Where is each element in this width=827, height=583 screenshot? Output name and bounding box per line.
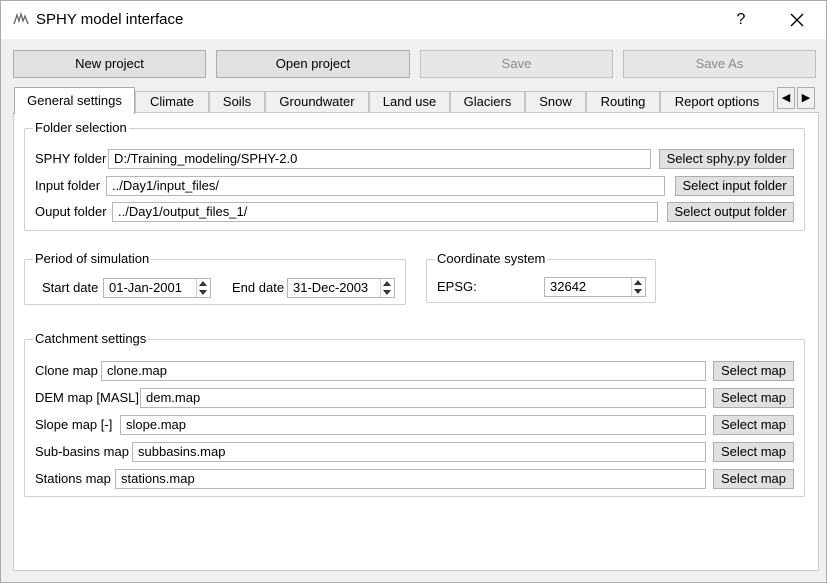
sphy-folder-input[interactable]: D:/Training_modeling/SPHY-2.0 — [108, 149, 651, 169]
tab-scroll-left-button[interactable]: ◀ — [777, 87, 795, 109]
select-dem-map-button[interactable]: Select map — [713, 388, 794, 408]
save-button[interactable]: Save — [420, 50, 613, 78]
open-project-button[interactable]: Open project — [216, 50, 410, 78]
select-input-folder-button[interactable]: Select input folder — [675, 176, 794, 196]
period-of-simulation-title: Period of simulation — [33, 251, 152, 266]
epsg-value: 32642 — [550, 279, 587, 294]
tab-general-settings[interactable]: General settings — [14, 87, 135, 114]
epsg-spinner[interactable] — [631, 278, 645, 296]
start-date-value: 01-Jan-2001 — [109, 280, 182, 295]
end-date-value: 31-Dec-2003 — [293, 280, 369, 295]
catchment-settings-group: Catchment settings Clone map clone.map S… — [24, 331, 805, 497]
tab-snow[interactable]: Snow — [525, 91, 586, 113]
sphy-logo-icon — [13, 11, 29, 25]
select-slope-map-button[interactable]: Select map — [713, 415, 794, 435]
general-settings-panel: Folder selection SPHY folder D:/Training… — [13, 112, 819, 571]
window-title: SPHY model interface — [36, 11, 184, 28]
dem-map-label: DEM map [MASL] — [35, 390, 140, 405]
clone-map-label: Clone map — [35, 363, 98, 378]
sub-basins-map-input[interactable]: subbasins.map — [132, 442, 706, 462]
stations-map-label: Stations map — [35, 471, 111, 486]
end-date-input[interactable]: 31-Dec-2003 — [287, 278, 395, 298]
folder-selection-title: Folder selection — [33, 120, 129, 135]
slope-map-label: Slope map [-] — [35, 417, 113, 432]
output-folder-label: Ouput folder — [35, 204, 107, 219]
clone-map-input[interactable]: clone.map — [101, 361, 706, 381]
help-button[interactable]: ? — [729, 7, 753, 33]
start-date-label: Start date — [42, 280, 99, 295]
coordinate-system-title: Coordinate system — [435, 251, 548, 266]
save-as-button[interactable]: Save As — [623, 50, 816, 78]
select-sub-basins-map-button[interactable]: Select map — [713, 442, 794, 462]
stations-map-input[interactable]: stations.map — [115, 469, 706, 489]
tab-scroll-right-button[interactable]: ▶ — [797, 87, 815, 109]
output-folder-input[interactable]: ../Day1/output_files_1/ — [112, 202, 658, 222]
end-date-label: End date — [232, 280, 285, 295]
epsg-input[interactable]: 32642 — [544, 277, 646, 297]
sphy-window: SPHY model interface ? New project Open … — [0, 0, 827, 583]
coordinate-system-group: Coordinate system EPSG: 32642 — [426, 251, 656, 303]
tab-land-use[interactable]: Land use — [369, 91, 450, 113]
close-icon[interactable] — [784, 7, 810, 33]
start-date-spinner[interactable] — [196, 279, 210, 297]
sub-basins-map-label: Sub-basins map — [35, 444, 129, 459]
start-date-input[interactable]: 01-Jan-2001 — [103, 278, 211, 298]
tab-soils[interactable]: Soils — [209, 91, 265, 113]
select-sphy-folder-button[interactable]: Select sphy.py folder — [659, 149, 794, 169]
tab-routing[interactable]: Routing — [586, 91, 660, 113]
epsg-label: EPSG: — [437, 279, 477, 294]
sphy-folder-label: SPHY folder — [35, 151, 107, 166]
select-output-folder-button[interactable]: Select output folder — [667, 202, 794, 222]
slope-map-input[interactable]: slope.map — [120, 415, 706, 435]
input-folder-input[interactable]: ../Day1/input_files/ — [106, 176, 665, 196]
tab-bar: General settings Climate Soils Groundwat… — [13, 87, 819, 114]
select-clone-map-button[interactable]: Select map — [713, 361, 794, 381]
end-date-spinner[interactable] — [380, 279, 394, 297]
tab-climate[interactable]: Climate — [135, 91, 209, 113]
period-of-simulation-group: Period of simulation Start date 01-Jan-2… — [24, 251, 406, 305]
tab-report-options[interactable]: Report options — [660, 91, 774, 113]
select-stations-map-button[interactable]: Select map — [713, 469, 794, 489]
tab-groundwater[interactable]: Groundwater — [265, 91, 369, 113]
tab-glaciers[interactable]: Glaciers — [450, 91, 525, 113]
title-bar: SPHY model interface ? — [1, 1, 826, 39]
catchment-settings-title: Catchment settings — [33, 331, 149, 346]
new-project-button[interactable]: New project — [13, 50, 206, 78]
dem-map-input[interactable]: dem.map — [140, 388, 706, 408]
input-folder-label: Input folder — [35, 178, 101, 193]
folder-selection-group: Folder selection SPHY folder D:/Training… — [24, 120, 805, 231]
